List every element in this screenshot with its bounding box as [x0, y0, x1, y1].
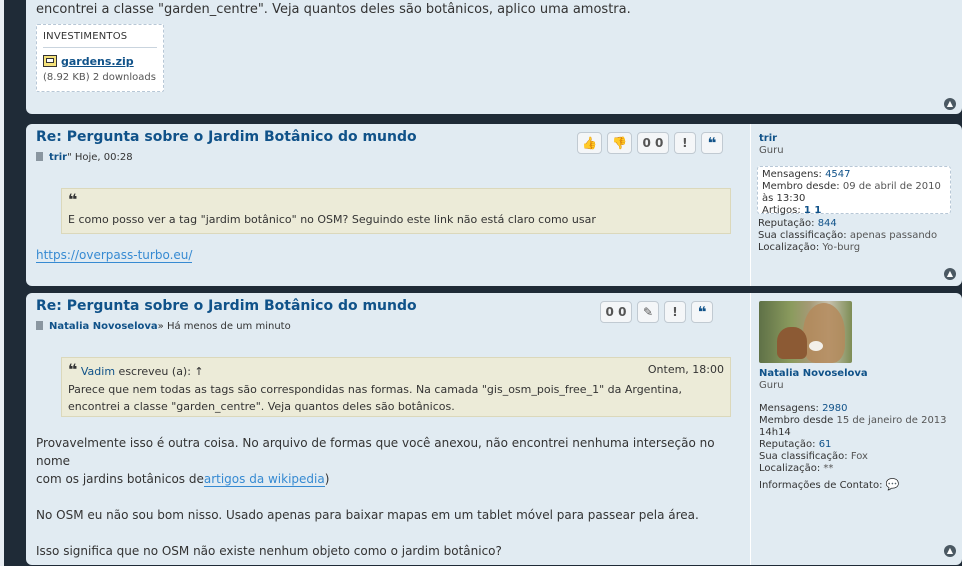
reaction-count[interactable]: 0 0	[636, 132, 669, 154]
post-author[interactable]: Natalia Novoselova	[49, 321, 158, 332]
post-title[interactable]: Re: Pergunta sobre o Jardim Botânico do …	[36, 129, 417, 145]
attachment-file: gardens.zip	[43, 55, 134, 68]
quote-block: ❝ Vadim escreveu (a): ↑ Ontem, 18:00 Par…	[61, 357, 731, 417]
post-content: Provavelmente isso é outra coisa. No arq…	[36, 434, 726, 560]
profile-location: Localização: **	[759, 463, 834, 474]
post-byline: trir" Hoje, 00:28	[36, 152, 133, 163]
profile-natalia: Natalia Novoselova Guru Mensagens: 2980 …	[750, 293, 960, 565]
profile-stats: Reputação: 844 Sua classificação: apenas…	[758, 218, 937, 254]
post-author[interactable]: trir	[49, 152, 67, 163]
quote-mark-icon: ❝	[68, 360, 78, 379]
quote-button[interactable]: ❝	[700, 132, 723, 154]
paragraph-2: No OSM eu não sou bom nisso. Usado apena…	[36, 508, 699, 522]
contact-chat-icon[interactable]: 💬	[886, 478, 900, 491]
quote-header: ❝ Vadim escreveu (a): ↑ Ontem, 18:00	[68, 360, 724, 379]
right-edge	[962, 0, 973, 566]
post-previous: encontrei a classe "garden_centre". Veja…	[26, 0, 962, 114]
profile-member-time: às 13:30	[762, 193, 806, 204]
profile-messages: Mensagens: 4547	[762, 169, 851, 180]
paragraph-3: Isso significa que no OSM não existe nen…	[36, 544, 502, 558]
post-icon	[36, 152, 43, 161]
quote-button[interactable]: ❝	[691, 301, 713, 323]
back-to-top-icon[interactable]: ▲	[944, 545, 956, 557]
post-title[interactable]: Re: Pergunta sobre o Jardim Botânico do …	[36, 298, 417, 314]
zip-file-icon	[43, 55, 57, 67]
quote-wrote: escreveu (a): ↑	[115, 365, 204, 378]
back-to-top-icon[interactable]: ▲	[944, 98, 956, 110]
attachment-meta: (8.92 KB) 2 downloads	[43, 72, 156, 83]
profile-stats-highlight: Mensagens: 4547 Membro desde: 09 de abri…	[757, 166, 951, 216]
quote-text: Parece que nem todas as tags são corresp…	[68, 381, 724, 415]
attachment-box: INVESTIMENTOS gardens.zip (8.92 KB) 2 do…	[36, 24, 164, 92]
profile-member-time: 14h14	[759, 427, 791, 438]
paragraph-1b: com os jardins botânicos deartigos da wi…	[36, 472, 330, 487]
profile-articles: Artigos: 1 1	[762, 205, 822, 216]
profile-messages: Mensagens: 2980	[759, 403, 848, 414]
quote-line: encontrei a classe "garden_centre". Veja…	[68, 400, 455, 413]
dislike-button[interactable]: 👎	[606, 132, 632, 154]
profile-reputation: Reputação: 61	[759, 439, 832, 450]
quote-block: ❝ E como posso ver a tag "jardim botânic…	[61, 188, 731, 234]
quote-text: E como posso ver a tag "jardim botânico"…	[68, 213, 596, 226]
profile-username[interactable]: trir	[759, 133, 777, 144]
post-natalia: Re: Pergunta sobre o Jardim Botânico do …	[26, 293, 962, 565]
profile-location: Localização: Yo-burg	[758, 242, 861, 253]
post-time: » Há menos de um minuto	[157, 321, 291, 332]
reaction-count[interactable]: 0 0	[600, 301, 632, 323]
edit-button[interactable]: ✎	[637, 301, 659, 323]
attachment-divider	[43, 47, 157, 48]
attachment-link[interactable]: gardens.zip	[61, 55, 134, 68]
left-edge	[0, 0, 4, 566]
quote-mark-icon: ❝	[68, 190, 78, 209]
wikipedia-link[interactable]: artigos da wikipedia	[203, 472, 325, 487]
post-actions: 👍 👎 0 0 ! ❝	[577, 132, 723, 154]
report-button[interactable]: !	[664, 301, 686, 323]
profile-username[interactable]: Natalia Novoselova	[759, 368, 868, 379]
report-button[interactable]: !	[673, 132, 696, 154]
post-text: encontrei a classe "garden_centre". Veja…	[36, 2, 631, 17]
profile-member-since: Membro desde 15 de janeiro de 2013	[759, 415, 947, 426]
paragraph-1a: Provavelmente isso é outra coisa. No arq…	[36, 436, 715, 468]
overpass-link[interactable]: https://overpass-turbo.eu/	[36, 248, 193, 263]
quote-time: Ontem, 18:00	[647, 363, 724, 376]
quote-author[interactable]: Vadim	[81, 365, 115, 378]
quote-line: Parece que nem todas as tags são corresp…	[68, 383, 682, 396]
post-time: Hoje, 00:28	[71, 152, 133, 163]
profile-reputation: Reputação: 844	[758, 218, 837, 229]
post-content: https://overpass-turbo.eu/	[36, 246, 193, 264]
like-button[interactable]: 👍	[577, 132, 602, 154]
profile-stats: Mensagens: 2980 Membro desde 15 de janei…	[759, 403, 947, 492]
profile-classification: Sua classificação: apenas passando	[758, 230, 938, 241]
post-actions: 0 0 ✎ ! ❝	[600, 301, 713, 323]
profile-classification: Sua classificação: Fox	[759, 451, 868, 462]
profile-rank: Guru	[759, 145, 784, 156]
quote-citation: ❝ Vadim escreveu (a): ↑	[68, 360, 204, 379]
post-trir: Re: Pergunta sobre o Jardim Botânico do …	[26, 124, 962, 286]
post-byline: Natalia Novoselova» Há menos de um minut…	[36, 321, 291, 332]
profile-rank: Guru	[759, 380, 784, 391]
profile-contact: Informações de Contato: 💬	[759, 478, 900, 492]
attachment-heading: INVESTIMENTOS	[43, 31, 128, 42]
avatar[interactable]	[759, 301, 852, 363]
post-icon	[36, 321, 43, 330]
profile-member-since: Membro desde: 09 de abril de 2010	[762, 181, 941, 192]
back-to-top-icon[interactable]: ▲	[944, 268, 956, 280]
page: encontrei a classe "garden_centre". Veja…	[0, 0, 973, 566]
